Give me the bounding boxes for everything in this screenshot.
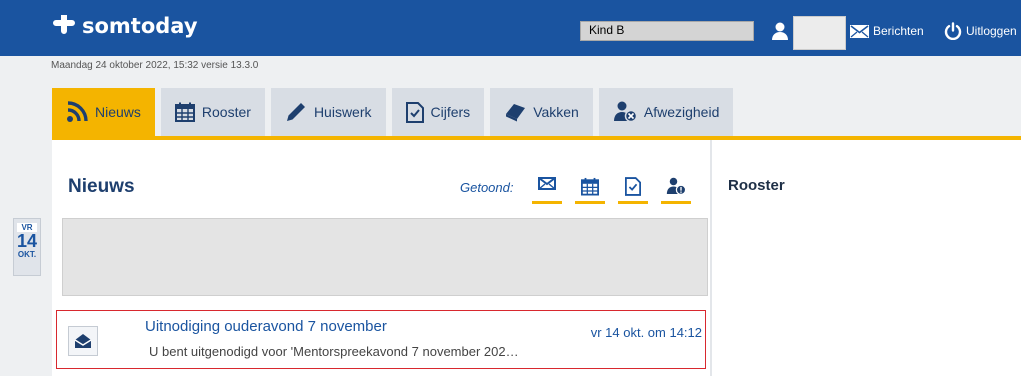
tab-label: Cijfers — [430, 104, 471, 120]
tab-label: Afwezigheid — [643, 104, 720, 120]
filter-absence[interactable] — [661, 174, 691, 204]
date-badge-month: OKT. — [17, 250, 37, 259]
news-item-snippet: U bent uitgenodigd voor 'Mentorspreekavo… — [149, 344, 519, 359]
user-icon — [772, 22, 788, 40]
news-item-date: vr 14 okt. om 14:12 — [590, 325, 702, 340]
schedule-panel: Rooster — [712, 140, 1021, 376]
power-icon — [944, 22, 962, 40]
messages-label: Berichten — [873, 24, 924, 38]
filter-schedule[interactable] — [575, 174, 605, 204]
logout-link[interactable]: Uitloggen — [944, 22, 1017, 40]
tab-nieuws[interactable]: Nieuws — [52, 88, 155, 136]
rss-icon — [67, 101, 88, 122]
tab-label: Rooster — [201, 104, 251, 120]
pencil-icon — [286, 103, 305, 121]
news-item-headline[interactable]: Uitnodiging ouderavond 7 november — [145, 318, 387, 335]
main-tabs: Nieuws Rooster Huiswerk Cijfers Vakken A… — [52, 88, 734, 136]
tab-afwezigheid[interactable]: Afwezigheid — [598, 88, 734, 136]
calendar-icon — [174, 102, 195, 122]
user-avatar-box[interactable] — [793, 16, 846, 50]
date-version-text: Maandag 24 oktober 2022, 15:32 versie 13… — [51, 60, 259, 71]
envelope-icon — [538, 177, 556, 190]
envelope-icon — [850, 24, 869, 38]
tab-label: Huiswerk — [313, 104, 372, 120]
date-badge-day: 14 — [16, 231, 38, 251]
absence-icon — [613, 101, 637, 123]
logout-label: Uitloggen — [966, 24, 1017, 38]
child-selector[interactable]: Kind B — [580, 21, 754, 41]
somtoday-logo[interactable]: somtoday — [52, 14, 198, 38]
absence-icon — [666, 177, 686, 196]
tab-label: Vakken — [533, 104, 579, 120]
tab-huiswerk[interactable]: Huiswerk — [270, 88, 386, 136]
calendar-icon — [581, 177, 599, 196]
date-badge: VR 14 OKT. — [13, 218, 41, 276]
top-bar: somtoday Kind B Berichten Uitloggen — [0, 0, 1021, 56]
somtoday-logo-icon — [53, 15, 75, 34]
logo-text: somtoday — [82, 14, 198, 38]
news-item[interactable]: Uitnodiging ouderavond 7 november vr 14 … — [56, 310, 706, 369]
news-title: Nieuws — [68, 176, 135, 197]
schedule-title: Rooster — [728, 177, 785, 194]
tab-vakken[interactable]: Vakken — [490, 88, 593, 136]
tab-rooster[interactable]: Rooster — [160, 88, 265, 136]
open-envelope-icon — [68, 326, 98, 356]
checked-document-icon — [625, 177, 641, 196]
news-panel: Nieuws Getoond: Uitnodiging ouderavond 7… — [52, 140, 710, 376]
books-icon — [506, 104, 526, 122]
tab-label: Nieuws — [95, 104, 141, 120]
filter-grades[interactable] — [618, 174, 648, 204]
filter-messages[interactable] — [532, 174, 562, 204]
messages-link[interactable]: Berichten — [850, 24, 924, 38]
checked-document-icon — [405, 101, 424, 123]
tab-cijfers[interactable]: Cijfers — [391, 88, 485, 136]
shown-label: Getoond: — [460, 180, 514, 195]
news-placeholder-box — [62, 218, 708, 296]
